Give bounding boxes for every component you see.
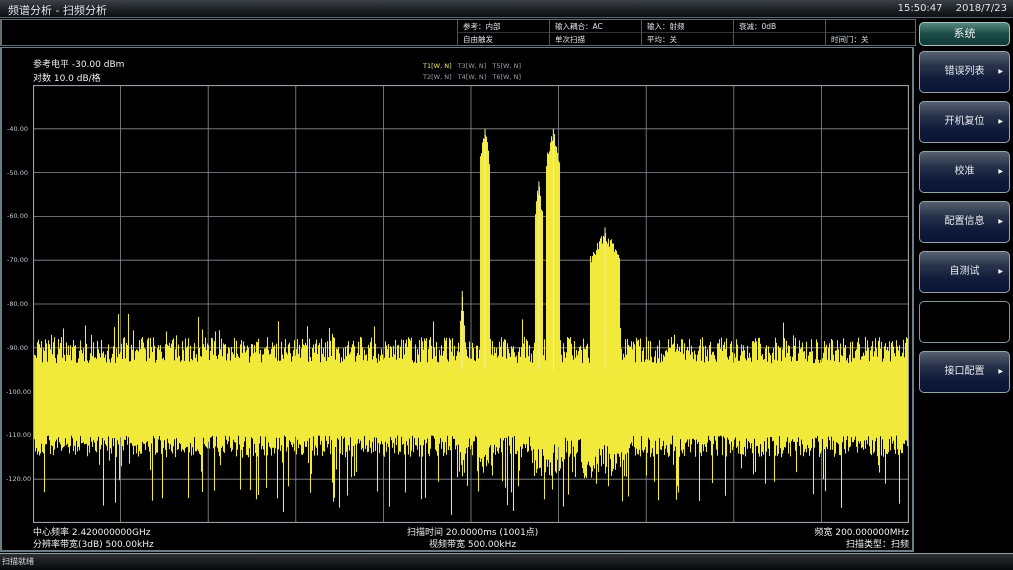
submenu-arrow-icon: ▶ <box>998 118 1003 125</box>
time: 15:50:47 <box>897 3 943 14</box>
trace-t2-label[interactable]: T2[W, N] <box>423 73 452 81</box>
softkey-label: 校准 <box>954 166 975 177</box>
y-tick-label: -70.00 <box>7 256 28 265</box>
input-source: 输入：射频 <box>641 20 733 33</box>
softkey-empty[interactable] <box>919 301 1010 343</box>
reference-source: 参考：内部 <box>457 20 549 33</box>
time-gate: 时间门：关 <box>825 33 917 46</box>
submenu-arrow-icon: ▶ <box>998 368 1003 375</box>
softkey-power-on-reset[interactable]: 开机复位 ▶ <box>919 101 1010 143</box>
y-tick-label: -120.00 <box>6 475 32 484</box>
softkey-panel: 系统 错误列表 ▶ 开机复位 ▶ 校准 ▶ 配置信息 ▶ 自测试 ▶ 接口配置 … <box>916 19 1013 552</box>
y-tick-label: -40.00 <box>7 124 28 133</box>
trigger-mode: 自由触发 <box>457 33 549 46</box>
softkey-self-test[interactable]: 自测试 ▶ <box>919 251 1010 293</box>
trace-t3-label[interactable]: T3[W, N] <box>458 62 487 70</box>
softkey-label: 自测试 <box>949 266 980 277</box>
y-tick-label: -100.00 <box>6 387 32 396</box>
softkey-calibration[interactable]: 校准 ▶ <box>919 151 1010 193</box>
averaging: 平均：关 <box>641 33 733 46</box>
trace-t1-label[interactable]: T1[W, N] <box>423 62 452 70</box>
softkey-label: 开机复位 <box>944 116 985 127</box>
submenu-arrow-icon: ▶ <box>998 218 1003 225</box>
trace-legend: T1[W, N] T3[W, N] T5[W, N] T2[W, N] T4[W… <box>423 61 525 83</box>
submenu-arrow-icon: ▶ <box>998 68 1003 75</box>
status-bar: 扫描就绪 <box>0 553 1013 570</box>
softkey-label: 配置信息 <box>944 216 985 227</box>
input-coupling: 输入耦合：AC <box>549 20 641 33</box>
date: 2018/7/23 <box>955 3 1007 14</box>
reference-level: 参考电平 -30.00 dBm <box>33 60 125 70</box>
spectrum-plot[interactable] <box>33 85 909 523</box>
y-tick-label: -110.00 <box>6 431 32 440</box>
trace-t4-label[interactable]: T4[W, N] <box>458 73 487 81</box>
sweep-type: 扫描类型：扫频 <box>845 540 909 550</box>
trace-row-1: T1[W, N] T3[W, N] T5[W, N] <box>423 61 525 72</box>
submenu-arrow-icon: ▶ <box>998 268 1003 275</box>
softkey-label: 错误列表 <box>944 66 985 77</box>
resolution-bandwidth: 分辨率带宽(3dB) 500.00kHz <box>33 540 154 550</box>
softkey-error-list[interactable]: 错误列表 ▶ <box>919 51 1010 93</box>
title-bar: 频谱分析 - 扫频分析 15:50:47 2018/7/23 <box>0 0 1013 18</box>
info-empty-2 <box>733 33 825 46</box>
softkey-label: 接口配置 <box>944 366 985 377</box>
sweep-mode: 单次扫描 <box>549 33 641 46</box>
info-empty-1 <box>825 20 917 33</box>
clock: 15:50:47 2018/7/23 <box>888 3 1007 14</box>
softkey-config-info[interactable]: 配置信息 ▶ <box>919 201 1010 243</box>
trace-t5-label[interactable]: T5[W, N] <box>492 62 521 70</box>
window-title: 频谱分析 - 扫频分析 <box>8 4 107 17</box>
y-tick-label: -80.00 <box>7 300 28 308</box>
submenu-arrow-icon: ▶ <box>998 168 1003 175</box>
status-text: 扫描就绪 <box>2 557 34 566</box>
trace-row-2: T2[W, N] T4[W, N] T6[W, N] <box>423 72 525 83</box>
y-tick-label: -50.00 <box>7 168 28 177</box>
status-info-bar: 参考：内部 输入耦合：AC 输入：射频 衰减：0dB 自由触发 单次扫描 平均：… <box>0 19 916 46</box>
scale-per-division: 对数 10.0 dB/格 <box>33 74 101 84</box>
attenuation: 衰减：0dB <box>733 20 825 33</box>
trace-t6-label[interactable]: T6[W, N] <box>492 73 521 81</box>
menu-title-system[interactable]: 系统 <box>919 22 1010 46</box>
y-tick-label: -90.00 <box>7 343 28 352</box>
softkey-interface-config[interactable]: 接口配置 ▶ <box>919 351 1010 393</box>
video-bandwidth: 视频带宽 500.00kHz <box>429 540 517 550</box>
y-tick-label: -60.00 <box>7 212 28 221</box>
